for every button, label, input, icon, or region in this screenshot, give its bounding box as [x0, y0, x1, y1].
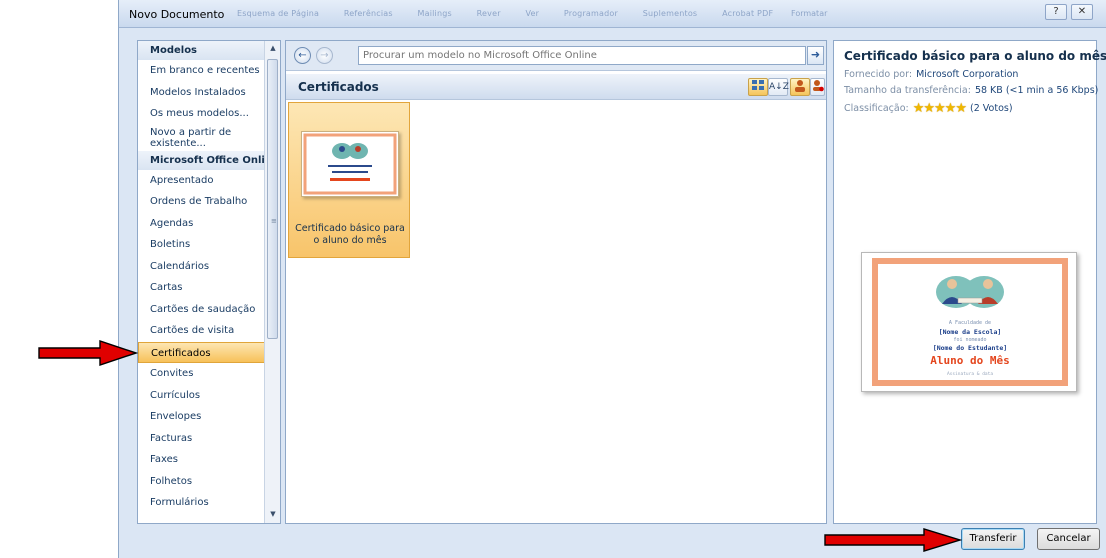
sidebar-item-forms[interactable]: Formulários	[138, 492, 280, 514]
sidebar-item-brochures[interactable]: Folhetos	[138, 471, 280, 493]
sidebar-item-agendas[interactable]: Agendas	[138, 213, 280, 235]
sidebar-item-featured[interactable]: Apresentado	[138, 170, 280, 192]
download-button[interactable]: Transferir	[961, 528, 1025, 550]
section-models: Modelos	[138, 41, 280, 60]
template-search-input[interactable]	[358, 46, 806, 65]
ghost-tab: Esquema de Página	[237, 9, 320, 18]
search-strip: ← → ➜	[286, 41, 826, 71]
sidebar-item-faxes[interactable]: Faxes	[138, 449, 280, 471]
person-remove-icon[interactable]	[810, 78, 825, 96]
sidebar-item-calendars[interactable]: Calendários	[138, 256, 280, 278]
rating-label: Classificação:	[844, 103, 909, 114]
certificate-frame: A Faculdade de [Nome da Escola] foi nome…	[872, 258, 1068, 386]
sidebar-item-newsletters[interactable]: Boletins	[138, 234, 280, 256]
back-arrow-icon[interactable]: ←	[294, 47, 311, 64]
download-size-value: 58 KB (<1 min a 56 Kbps)	[974, 85, 1099, 96]
thumbnail-view-icon[interactable]	[748, 78, 768, 96]
template-details: Certificado básico para o aluno do mês F…	[833, 40, 1106, 524]
ghost-tab: Referências	[343, 9, 393, 18]
red-arrow-icon	[38, 340, 138, 366]
ghost-tab: Acrobat PDF	[722, 9, 774, 18]
sidebar-item-certificates[interactable]: Certificados	[138, 341, 280, 363]
cancel-button[interactable]: Cancelar	[1037, 528, 1100, 550]
close-button[interactable]: ✕	[1071, 4, 1093, 20]
students-reading-graphic	[936, 276, 1004, 308]
certificate-thumbnail-graphic	[303, 133, 397, 195]
detail-title: Certificado básico para o aluno do mês	[844, 49, 1106, 63]
sidebar-item-business-cards[interactable]: Cartões de visita	[138, 320, 280, 342]
dialog-title: Novo Documento	[129, 8, 225, 21]
preview-small-mid: foi nomeado	[953, 337, 987, 343]
help-button[interactable]: ?	[1045, 4, 1067, 20]
search-go-button[interactable]: ➜	[807, 46, 824, 65]
forward-arrow-icon[interactable]: →	[316, 47, 333, 64]
ghost-tab: Suplementos	[642, 9, 698, 18]
title-bar: Novo Documento Esquema de Página Referên…	[119, 0, 1106, 28]
thumbnail-glyph	[752, 80, 764, 90]
rating-stars-icon[interactable]: ★★★★★	[913, 101, 967, 116]
section-office-online: Microsoft Office Online	[138, 150, 280, 170]
gallery-title: Certificados	[298, 80, 379, 94]
preview-small-top: A Faculdade de	[948, 320, 992, 326]
preview-student-name: [Nome do Estudante]	[932, 344, 1008, 352]
scroll-down-icon[interactable]: ▼	[268, 510, 278, 520]
sort-az-button[interactable]: A↓Z	[768, 78, 789, 96]
sidebar-item-letters[interactable]: Cartas	[138, 277, 280, 299]
sidebar-item-greeting-cards[interactable]: Cartões de saudação	[138, 299, 280, 321]
sidebar-item-installed[interactable]: Modelos Instalados	[138, 82, 280, 104]
person-remove-glyph	[812, 80, 824, 92]
provider-value: Microsoft Corporation	[916, 69, 1019, 80]
template-gallery: ← → ➜ Certificados A↓Z	[285, 40, 827, 524]
ghost-tab: Mailings	[417, 9, 452, 18]
category-scrollbar[interactable]: ▲ ≡ ▼	[264, 41, 280, 523]
download-size-row: Tamanho da transferência: 58 KB (<1 min a…	[844, 85, 1098, 96]
sidebar-item-resumes[interactable]: Currículos	[138, 385, 280, 407]
download-size-label: Tamanho da transferência:	[844, 85, 971, 96]
person-view-icon[interactable]	[790, 78, 810, 96]
sidebar-item-envelopes[interactable]: Envelopes	[138, 406, 280, 428]
template-thumbnail	[301, 131, 399, 197]
background-ribbon-tabs: Esquema de Página Referências Mailings R…	[237, 9, 795, 18]
preview-award: Aluno do Mês	[930, 354, 1010, 367]
preview-signature: Assinatura & data	[946, 372, 994, 377]
rating-row: Classificação: ★★★★★ (2 Votos)	[844, 101, 1013, 116]
sidebar-item-blank-recent[interactable]: Em branco e recentes	[138, 60, 280, 82]
sidebar-item-new-from-existing[interactable]: Novo a partir de existente...	[138, 125, 258, 151]
sidebar-item-invoices[interactable]: Facturas	[138, 428, 280, 450]
red-arrow-icon	[824, 528, 962, 552]
preview-school-name: [Nome da Escola]	[938, 328, 1002, 336]
gallery-header: Certificados A↓Z	[286, 74, 826, 100]
sidebar-item-work-orders[interactable]: Ordens de Trabalho	[138, 191, 280, 213]
category-list: Modelos Em branco e recentes Modelos Ins…	[137, 40, 281, 524]
scroll-up-icon[interactable]: ▲	[268, 44, 278, 54]
scroll-thumb[interactable]: ≡	[267, 59, 278, 339]
sidebar-item-invitations[interactable]: Convites	[138, 363, 280, 385]
grip-icon: ≡	[271, 217, 277, 225]
template-tile-label: Certificado básico para o aluno do mês	[295, 223, 405, 246]
ghost-tab-format: Formatar	[791, 9, 828, 18]
provider-label: Fornecido por:	[844, 69, 913, 80]
ghost-tab: Ver	[525, 9, 540, 18]
new-document-dialog: Novo Documento Esquema de Página Referên…	[118, 0, 1106, 558]
screen: { "dialog": { "title": "Novo Documento",…	[0, 0, 1106, 558]
ghost-tab: Programador	[563, 9, 618, 18]
ghost-tab: Rever	[476, 9, 501, 18]
provider-row: Fornecido por: Microsoft Corporation	[844, 69, 1018, 80]
template-preview: A Faculdade de [Nome da Escola] foi nome…	[861, 252, 1077, 392]
sidebar-item-my-templates[interactable]: Os meus modelos...	[138, 103, 280, 125]
person-glyph	[795, 80, 805, 92]
template-tile[interactable]: Certificado básico para o aluno do mês	[288, 102, 410, 258]
rating-votes: (2 Votos)	[970, 103, 1013, 114]
